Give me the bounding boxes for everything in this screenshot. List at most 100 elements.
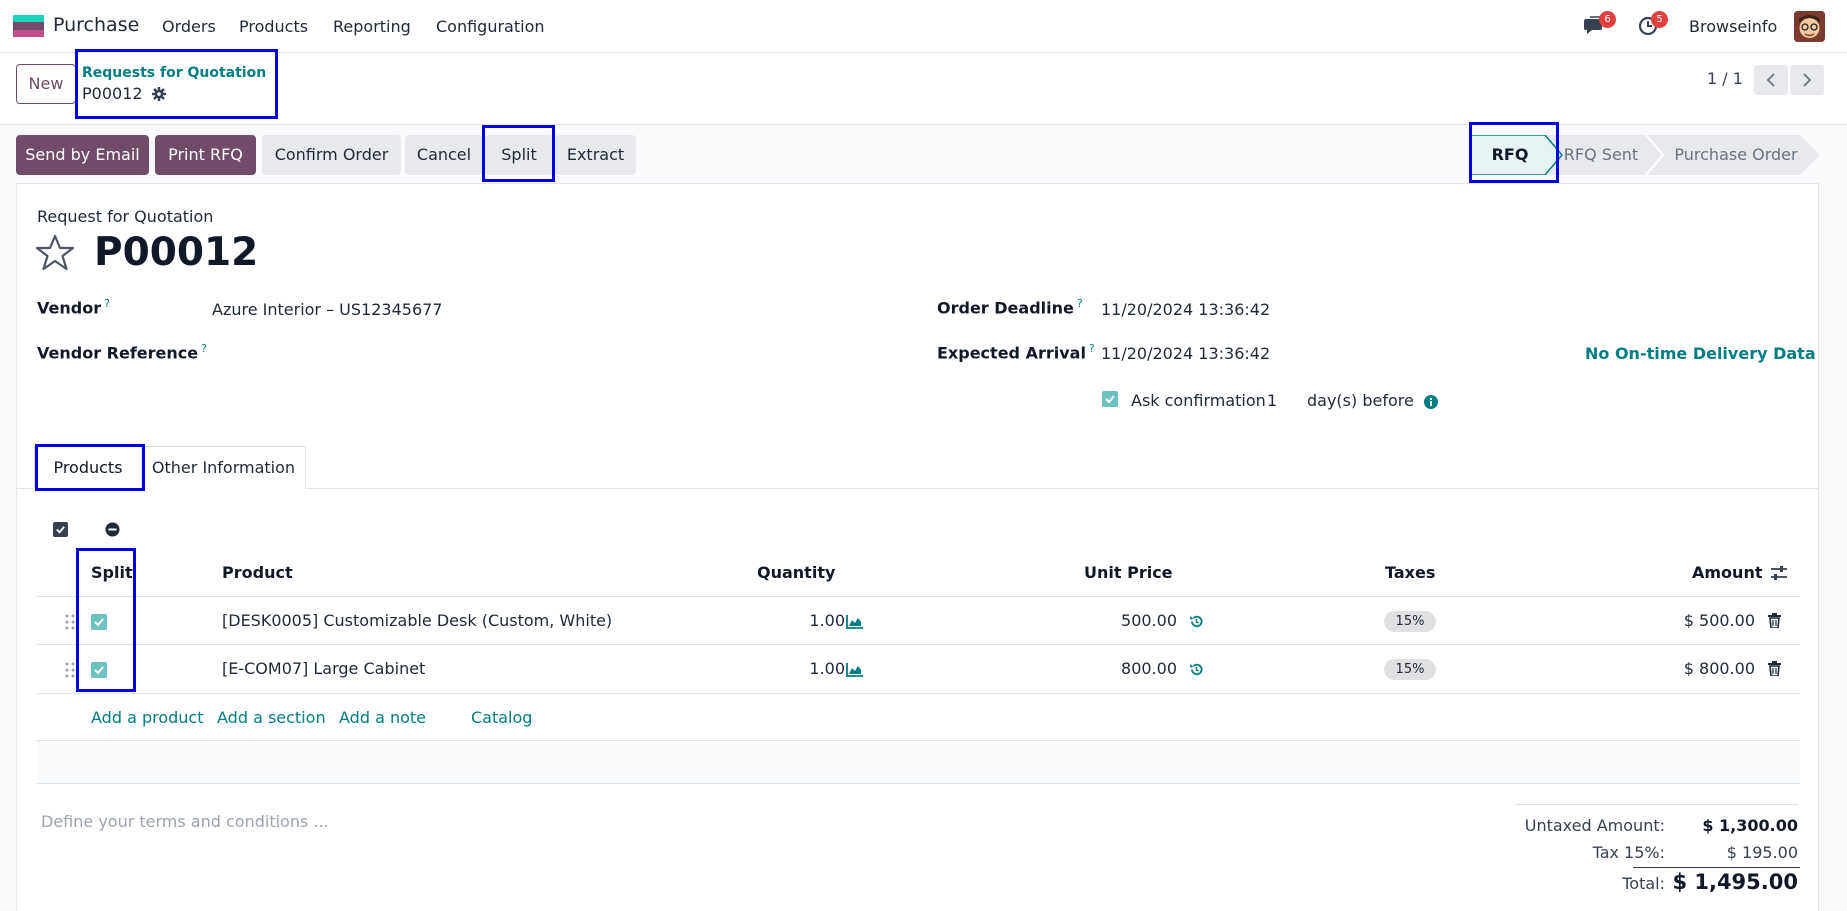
row-divider [37,596,1800,597]
vendor-reference-field[interactable] [212,342,712,364]
form-sheet: Request for Quotation P00012 Vendor? Azu… [16,183,1819,911]
send-by-email-button[interactable]: Send by Email [16,135,149,175]
ask-confirmation-label: Ask confirmation [1131,391,1266,410]
row-divider [37,644,1800,645]
row-split-checkbox[interactable] [91,662,107,678]
drag-handle-icon[interactable] [65,662,75,682]
ask-confirmation-checkbox[interactable] [1102,391,1118,407]
new-button[interactable]: New [16,64,76,104]
star-icon[interactable] [35,234,75,276]
menu-reporting[interactable]: Reporting [333,17,411,36]
vendor-field[interactable]: Azure Interior – US12345677 [212,300,442,319]
pager-previous-button[interactable] [1754,65,1788,95]
days-before-label: day(s) before [1307,391,1414,410]
tax-label: Tax 15%: [1592,843,1665,862]
extract-button[interactable]: Extract [555,135,636,175]
history-icon[interactable] [1189,662,1204,681]
menu-products[interactable]: Products [239,17,308,36]
stage-rfq-sent[interactable]: RFQ Sent [1562,135,1640,175]
total-label: Total: [1622,874,1665,893]
cancel-button[interactable]: Cancel [405,135,483,175]
company-switcher[interactable]: Browseinfo [1689,17,1777,36]
row-amount: $ 800.00 [1683,659,1755,678]
terms-conditions-field[interactable]: Define your terms and conditions ... [41,812,329,831]
trash-icon[interactable] [1768,661,1781,680]
app-name[interactable]: Purchase [53,14,139,36]
order-reference-title: P00012 [94,230,259,275]
select-all-checkbox[interactable] [53,522,68,537]
vendor-label: Vendor? [37,297,110,318]
history-icon[interactable] [1189,614,1204,633]
help-tooltip-icon[interactable]: ? [201,342,207,355]
activities-count-badge: 5 [1651,11,1668,28]
tax-badge[interactable]: 15% [1384,659,1436,680]
stage-rfq[interactable]: RFQ [1470,135,1550,175]
stage-purchase-order[interactable]: Purchase Order [1663,135,1809,175]
split-button[interactable]: Split [485,135,553,175]
untaxed-amount-label: Untaxed Amount: [1524,816,1665,835]
chevron-right-icon [1803,73,1812,87]
row-product[interactable]: [E-COM07] Large Cabinet [222,659,425,678]
document-type-label: Request for Quotation [37,207,214,226]
purchase-app-icon[interactable] [13,15,44,37]
tab-products[interactable]: Products [34,446,142,489]
help-tooltip-icon[interactable]: ? [1077,297,1083,310]
column-settings-icon[interactable] [1770,565,1788,585]
info-icon[interactable] [1424,394,1438,413]
on-time-delivery-link[interactable]: No On-time Delivery Data [1585,344,1816,363]
row-split-checkbox[interactable] [91,614,107,630]
untaxed-amount-value: $ 1,300.00 [1702,816,1798,835]
row-product[interactable]: [DESK0005] Customizable Desk (Custom, Wh… [222,611,612,630]
add-product-link[interactable]: Add a product [91,708,204,727]
menu-configuration[interactable]: Configuration [436,17,545,36]
row-divider [37,693,1800,694]
print-rfq-button[interactable]: Print RFQ [155,135,256,175]
confirm-order-button[interactable]: Confirm Order [262,135,401,175]
gear-icon[interactable] [151,86,166,105]
tax-value: $ 195.00 [1726,843,1798,862]
user-avatar[interactable] [1794,11,1825,42]
row-unit-price[interactable]: 800.00 [1097,659,1177,678]
expected-arrival-label: Expected Arrival? [937,342,1095,363]
column-header-amount[interactable]: Amount [1692,563,1762,582]
column-header-quantity[interactable]: Quantity [757,563,835,582]
column-header-split[interactable]: Split [91,563,133,582]
forecast-chart-icon[interactable] [846,662,864,681]
breadcrumb[interactable]: Requests for Quotation [82,65,266,81]
help-tooltip-icon[interactable]: ? [1089,342,1095,355]
row-quantity[interactable]: 1.00 [795,611,845,630]
column-header-unit-price[interactable]: Unit Price [1084,563,1173,582]
row-quantity[interactable]: 1.00 [795,659,845,678]
tax-badge[interactable]: 15% [1384,611,1436,632]
order-deadline-label: Order Deadline? [937,297,1083,318]
trash-icon[interactable] [1768,613,1781,632]
add-section-link[interactable]: Add a section [217,708,326,727]
drag-handle-icon[interactable] [65,614,75,634]
row-amount: $ 500.00 [1683,611,1755,630]
record-name-text: P00012 [82,84,143,103]
table-footer [37,741,1800,784]
chevron-left-icon [1766,73,1775,87]
remove-circle-icon[interactable] [105,522,120,541]
expected-arrival-field[interactable]: 11/20/2024 13:36:42 [1101,344,1270,363]
totals-divider [1515,804,1798,805]
row-unit-price[interactable]: 500.00 [1097,611,1177,630]
vendor-reference-label: Vendor Reference? [37,342,207,363]
record-name: P00012 [82,84,166,105]
column-header-taxes[interactable]: Taxes [1385,563,1435,582]
menu-orders[interactable]: Orders [162,17,216,36]
catalog-link[interactable]: Catalog [471,708,532,727]
tab-other-information[interactable]: Other Information [142,446,306,489]
order-deadline-field[interactable]: 11/20/2024 13:36:42 [1101,300,1270,319]
total-divider [1633,867,1800,868]
pager-value[interactable]: 1 / 1 [1707,69,1743,88]
ask-confirmation-days-field[interactable]: 1 [1267,391,1277,410]
help-tooltip-icon[interactable]: ? [104,297,110,310]
add-note-link[interactable]: Add a note [339,708,426,727]
column-header-product[interactable]: Product [222,563,293,582]
control-panel: New Requests for Quotation P00012 1 / 1 [0,53,1847,125]
total-value: $ 1,495.00 [1672,870,1798,894]
top-navbar: Purchase Orders Products Reporting Confi… [0,0,1847,53]
pager-next-button[interactable] [1790,65,1824,95]
forecast-chart-icon[interactable] [846,614,864,633]
